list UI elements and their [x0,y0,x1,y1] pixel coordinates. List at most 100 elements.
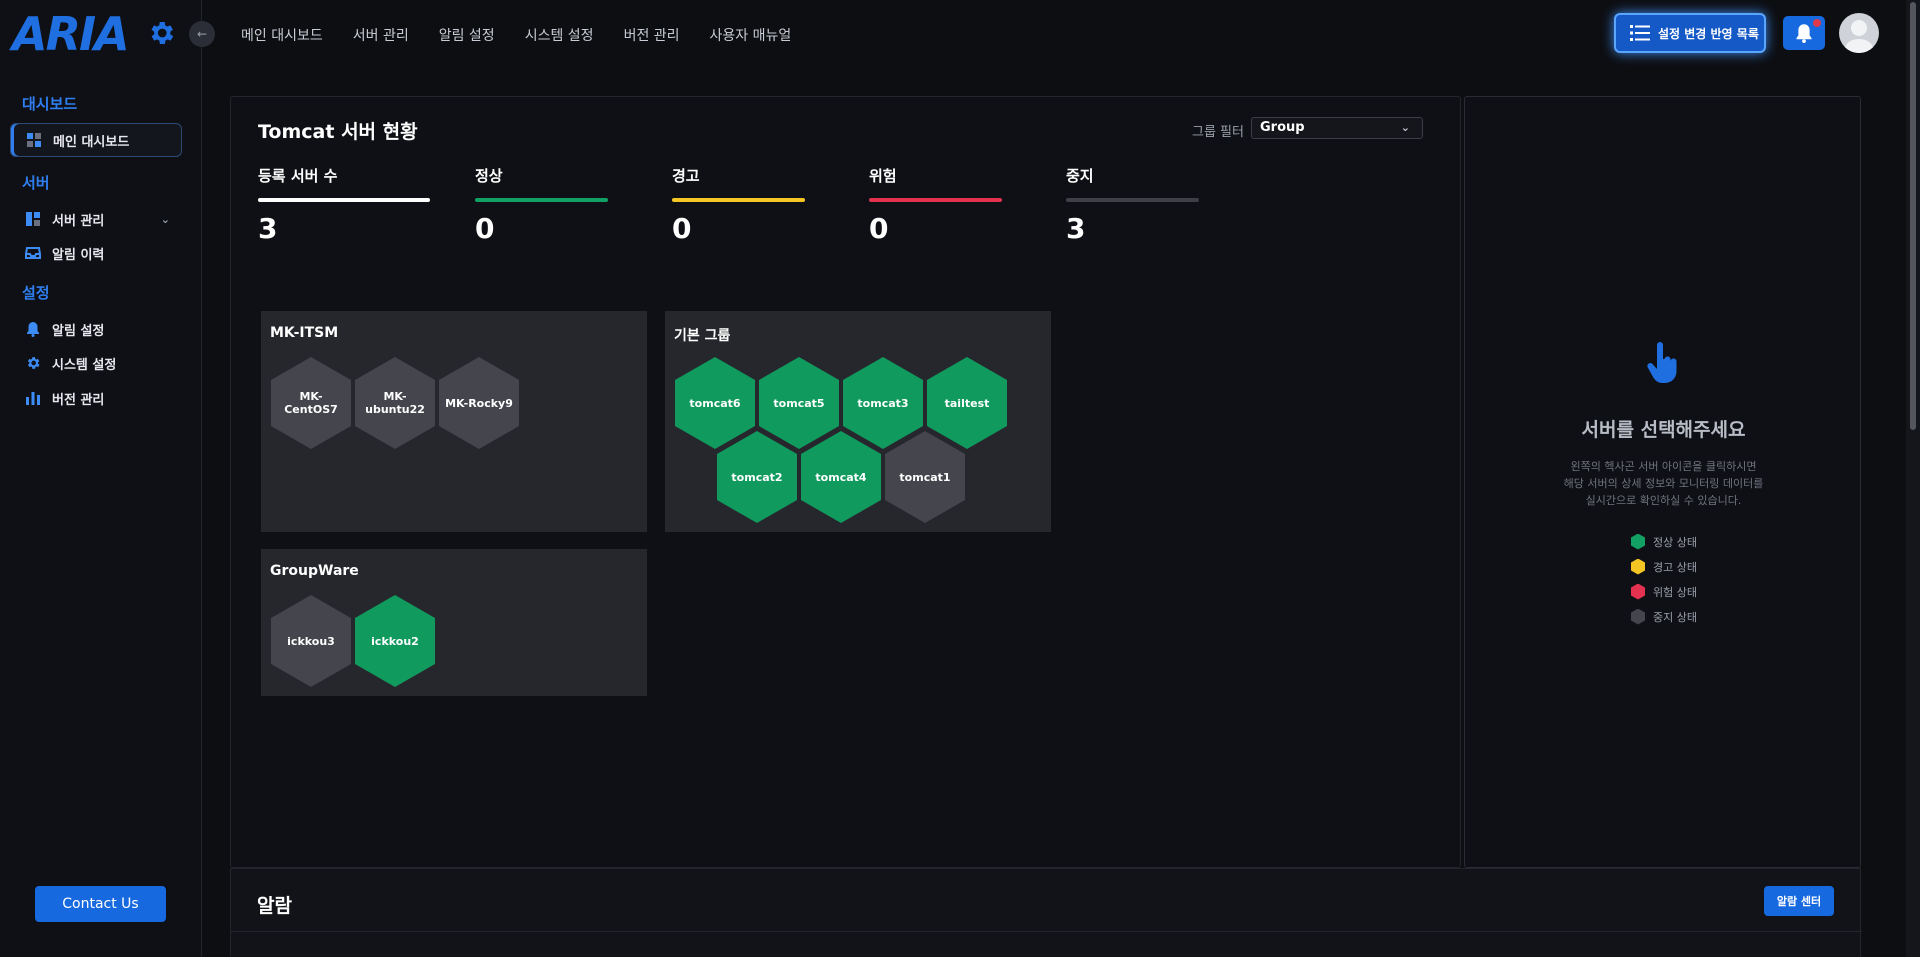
stat-label: 경고 [672,167,700,185]
legend-item-danger: 위험 상태 [1631,579,1697,604]
aria-logo[interactable]: ARIA [12,7,130,61]
group-name: 기본 그룹 [674,328,731,344]
server-hex[interactable]: tomcat3 [843,357,923,449]
group-filter-value: Group [1260,120,1305,135]
page-title: Tomcat 서버 현황 [258,121,418,143]
stat-bar [672,198,805,202]
server-hex[interactable]: MK-CentOS7 [271,357,351,449]
sidebar-item-label: 서버 관리 [52,213,105,229]
stat-value: 0 [869,212,889,245]
notifications-button[interactable] [1783,16,1825,50]
group-filter-select[interactable]: Group ⌄ [1251,117,1423,139]
stat-bar [869,198,1002,202]
contact-us-button[interactable]: Contact Us [35,886,166,922]
stat-value: 3 [258,212,278,245]
server-hex[interactable]: tomcat4 [801,431,881,523]
user-icon [1845,20,1873,53]
sidebar-item-label: 메인 대시보드 [53,134,130,150]
config-changes-button[interactable]: 설정 변경 반영 목록 [1614,13,1766,53]
select-server-description: 왼쪽의 헥사곤 서버 아이콘을 클릭하시면 해당 서버의 상세 정보와 모니터링… [1545,458,1782,509]
divider [231,931,1862,932]
sidebar-collapse-button[interactable]: ← [189,21,215,47]
server-hex[interactable]: tailtest [927,357,1007,449]
bell-icon [1796,24,1812,43]
sidebar-item-alarm-history[interactable]: 알림 이력 [10,236,182,270]
arrow-left-icon: ← [196,27,208,41]
alarm-section: 알람 알람 센터 [230,868,1862,957]
sidebar-item-label: 시스템 설정 [52,357,117,373]
avatar[interactable] [1839,13,1879,53]
description-line: 실시간으로 확인하실 수 있습니다. [1585,494,1742,507]
topnav-item-alarm-settings[interactable]: 알림 설정 [439,25,495,45]
select-server-title: 서버를 선택해주세요 [1581,419,1746,441]
server-hex[interactable]: tomcat2 [717,431,797,523]
inbox-icon [24,244,42,262]
sidebar-item-server-management[interactable]: 서버 관리 ⌄ [10,202,182,236]
hexagon-icon [1631,558,1645,575]
sidebar: ARIA 대시보드 메인 대시보드 서버 서버 관리 ⌄ 알림 이력 설정 알림… [0,0,202,957]
page-scrollbar[interactable] [1906,0,1920,957]
group-card-default: 기본 그룹 tomcat6 tomcat5 tomcat3 tailtest t… [665,311,1051,532]
sidebar-item-label: 버전 관리 [52,392,105,408]
tomcat-status-panel: Tomcat 서버 현황 그룹 필터 Group ⌄ 등록 서버 수 3 정상 … [230,96,1461,868]
legend-label: 위험 상태 [1653,585,1697,599]
topnav-item-main-dashboard[interactable]: 메인 대시보드 [241,25,323,45]
group-name: MK-ITSM [270,325,339,341]
stat-value: 3 [1066,212,1086,245]
legend-item-normal: 정상 상태 [1631,529,1697,554]
stat-registered-servers: 등록 서버 수 3 [258,165,430,245]
sidebar-item-main-dashboard[interactable]: 메인 대시보드 [10,123,182,157]
stat-label: 정상 [475,167,503,185]
stat-warning: 경고 0 [672,165,805,245]
sidebar-item-label: 알림 설정 [52,323,105,339]
top-navigation: 메인 대시보드 서버 관리 알림 설정 시스템 설정 버전 관리 사용자 매뉴얼 [241,25,791,45]
nav-section-server: 서버 [22,174,50,192]
dashboard-grid-icon [25,131,43,149]
server-detail-panel: 서버를 선택해주세요 왼쪽의 헥사곤 서버 아이콘을 클릭하시면 해당 서버의 … [1464,96,1861,868]
server-hex[interactable]: tomcat6 [675,357,755,449]
server-hex[interactable]: tomcat5 [759,357,839,449]
config-changes-label: 설정 변경 반영 목록 [1658,26,1759,41]
hexagon-icon [1631,608,1645,625]
sidebar-item-version-management[interactable]: 버전 관리 [10,381,182,415]
legend-label: 경고 상태 [1653,560,1697,574]
nav-section-settings: 설정 [22,284,50,302]
server-panel-icon [24,210,42,228]
pointer-hand-icon [1647,342,1677,383]
stat-normal: 정상 0 [475,165,608,245]
bell-icon [24,320,42,338]
chevron-down-icon: ⌄ [1400,121,1410,134]
hexagon-icon [1631,533,1645,550]
description-line: 해당 서버의 상세 정보와 모니터링 데이터를 [1563,477,1764,490]
server-hex[interactable]: tomcat1 [885,431,965,523]
group-filter-label: 그룹 필터 [1192,125,1244,140]
server-hex[interactable]: MK-Rocky9 [439,357,519,449]
stat-danger: 위험 0 [869,165,1002,245]
topnav-item-system-settings[interactable]: 시스템 설정 [525,25,594,45]
bar-chart-icon [24,389,42,407]
topnav-item-version-management[interactable]: 버전 관리 [624,25,680,45]
notification-badge [1813,19,1821,27]
description-line: 왼쪽의 헥사곤 서버 아이콘을 클릭하시면 [1570,460,1757,473]
stat-bar [475,198,608,202]
alarm-center-button[interactable]: 알람 센터 [1764,886,1834,916]
server-hex[interactable]: ickkou3 [271,595,351,687]
server-hex[interactable]: MK-ubuntu22 [355,357,435,449]
alarm-title: 알람 [257,895,292,917]
hexagon-icon [1631,583,1645,600]
list-icon [1630,25,1650,41]
legend-label: 정상 상태 [1653,535,1697,549]
scrollbar-thumb[interactable] [1910,2,1916,430]
stat-label: 중지 [1066,167,1094,185]
topnav-item-server-management[interactable]: 서버 관리 [353,25,409,45]
sidebar-item-system-settings[interactable]: 시스템 설정 [10,346,182,380]
group-card-mk-itsm: MK-ITSM MK-CentOS7 MK-ubuntu22 MK-Rocky9 [261,311,647,532]
legend-item-warning: 경고 상태 [1631,554,1697,579]
stat-value: 0 [475,212,495,245]
topnav-item-user-manual[interactable]: 사용자 매뉴얼 [710,25,792,45]
gear-icon [24,354,42,372]
legend-label: 중지 상태 [1653,610,1697,624]
sidebar-item-alarm-settings[interactable]: 알림 설정 [10,312,182,346]
group-card-groupware: GroupWare ickkou3 ickkou2 [261,549,647,696]
server-hex[interactable]: ickkou2 [355,595,435,687]
